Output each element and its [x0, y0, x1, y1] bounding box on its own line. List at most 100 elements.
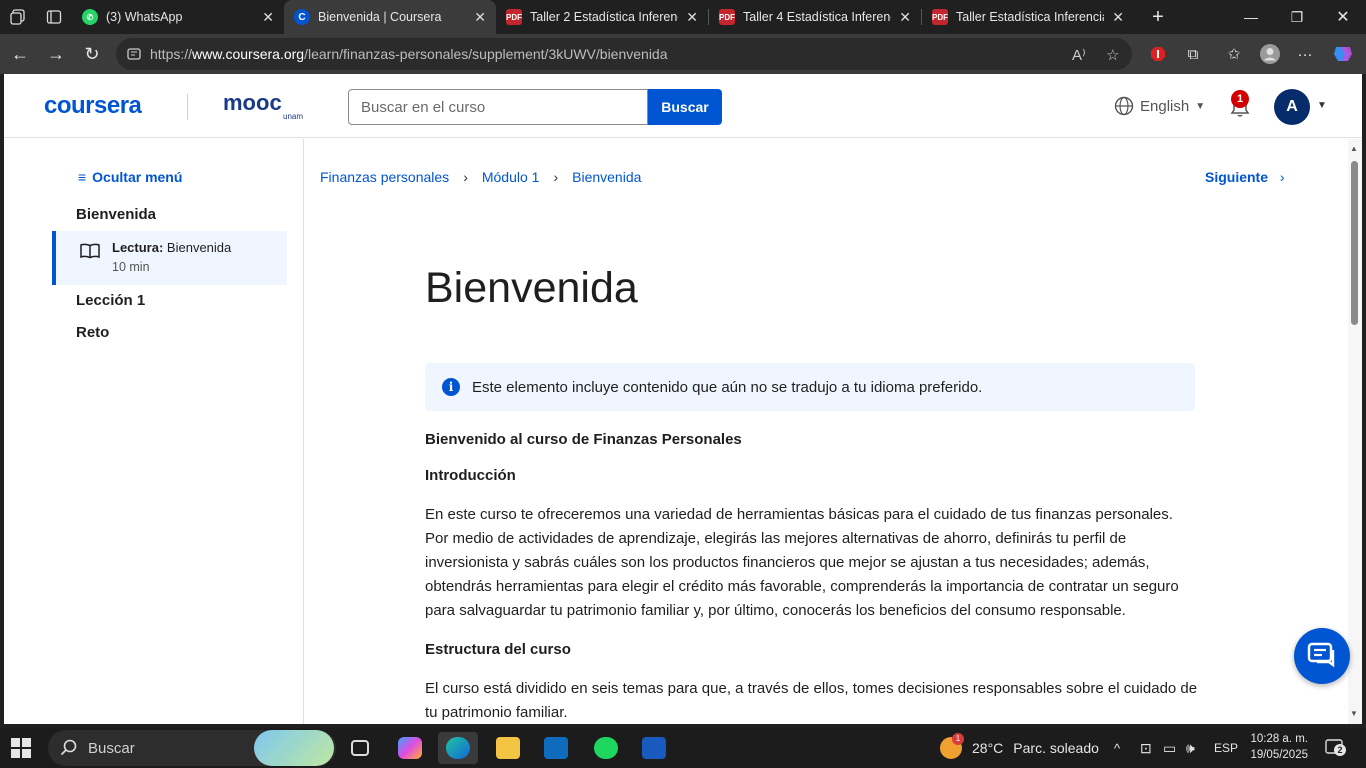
more-options-icon[interactable]: ···	[1291, 42, 1319, 66]
chevron-right-icon: ›	[463, 169, 468, 185]
course-search-input[interactable]	[348, 89, 648, 125]
content-heading: Estructura del curso	[425, 641, 571, 658]
scroll-down-icon[interactable]: ▼	[1350, 709, 1358, 718]
adblock-extension-icon[interactable]	[1144, 42, 1172, 66]
battery-icon[interactable]: ▭	[1163, 728, 1176, 768]
sidebar-item-duration: 10 min	[112, 260, 150, 274]
input-language[interactable]: ESP	[1214, 728, 1238, 768]
address-bar[interactable]: https://www.coursera.org/learn/finanzas-…	[116, 38, 1132, 70]
task-view-icon[interactable]	[340, 732, 380, 764]
content-paragraph: En este curso te ofreceremos una varieda…	[425, 506, 1179, 619]
workspaces-icon[interactable]	[0, 0, 36, 34]
translation-notice: i Este elemento incluye contenido que aú…	[425, 363, 1195, 411]
sidebar-section-reto[interactable]: Reto	[76, 324, 109, 341]
copilot-icon[interactable]	[1329, 42, 1357, 66]
browser-tabbar: ✆ (3) WhatsApp ✕ C Bienvenida | Coursera…	[0, 0, 1366, 34]
tab-pdf-taller-2[interactable]: PDF Taller 2 Estadística Inferencia ✕	[496, 0, 708, 34]
taskbar-search[interactable]: Buscar	[48, 730, 336, 766]
page-scrollbar[interactable]: ▲ ▼	[1348, 139, 1362, 724]
notifications-badge: 1	[1231, 90, 1249, 108]
pdf-icon: PDF	[932, 9, 948, 25]
notification-center-icon[interactable]: 2	[1324, 738, 1346, 758]
favorite-star-icon[interactable]: ☆	[1106, 46, 1119, 64]
system-clock[interactable]: 10:28 a. m. 19/05/2025	[1248, 731, 1308, 763]
next-label: Siguiente	[1205, 169, 1269, 185]
chevron-down-icon[interactable]: ▼	[1317, 100, 1327, 111]
item-title-label: Bienvenida	[166, 240, 232, 255]
close-tab-icon[interactable]: ✕	[686, 9, 698, 26]
partner-logo-text: mooc	[223, 90, 282, 115]
tab-whatsapp[interactable]: ✆ (3) WhatsApp ✕	[72, 0, 284, 34]
scrollbar-thumb[interactable]	[1351, 161, 1358, 325]
tab-title: Taller 4 Estadística Inferencia	[743, 10, 892, 24]
close-tab-icon[interactable]: ✕	[899, 9, 911, 26]
close-window-icon[interactable]: ✕	[1320, 0, 1366, 34]
chat-help-button[interactable]	[1294, 628, 1350, 684]
url-domain: www.coursera.org	[192, 46, 305, 62]
tab-title: (3) WhatsApp	[106, 10, 183, 24]
sidebar-item-lectura-bienvenida[interactable]: Lectura: Bienvenida 10 min	[52, 231, 287, 285]
outlook-taskbar-icon[interactable]	[536, 732, 576, 764]
file-explorer-taskbar-icon[interactable]	[488, 732, 528, 764]
breadcrumb-page-link[interactable]: Bienvenida	[572, 169, 641, 185]
breadcrumb-module-link[interactable]: Módulo 1	[482, 169, 540, 185]
tab-pdf-taller-4[interactable]: PDF Taller 4 Estadística Inferencia ✕	[709, 0, 921, 34]
content-heading: Bienvenido al curso de Finanzas Personal…	[425, 431, 742, 448]
word-taskbar-icon[interactable]	[634, 732, 674, 764]
favorites-icon[interactable]: ✩	[1220, 42, 1248, 66]
chevron-right-icon: ›	[1279, 169, 1285, 185]
weather-desc: Parc. soleado	[1013, 740, 1099, 756]
close-tab-icon[interactable]: ✕	[262, 9, 274, 26]
scroll-up-icon[interactable]: ▲	[1350, 144, 1358, 153]
chevron-down-icon: ▼	[1195, 100, 1206, 112]
volume-icon[interactable]: 🕪	[1186, 728, 1195, 768]
clock-time: 10:28 a. m.	[1250, 733, 1308, 745]
tab-pdf-taller[interactable]: PDF Taller Estadística Inferencial ( ✕	[922, 0, 1134, 34]
tab-coursera[interactable]: C Bienvenida | Coursera ✕	[284, 0, 496, 34]
weather-widget[interactable]: 1 28°C Parc. soleado	[940, 728, 1099, 768]
search-icon	[60, 739, 77, 756]
show-hidden-icons[interactable]: ^	[1114, 728, 1120, 768]
profile-icon[interactable]	[1256, 42, 1284, 66]
forward-icon[interactable]: →	[38, 36, 74, 72]
read-aloud-icon[interactable]: A⁾	[1072, 46, 1086, 64]
next-button[interactable]: Siguiente ›	[1205, 169, 1285, 185]
close-tab-icon[interactable]: ✕	[474, 9, 486, 26]
spotify-taskbar-icon[interactable]	[586, 732, 626, 764]
breadcrumb-course-link[interactable]: Finanzas personales	[320, 169, 449, 185]
hide-menu-button[interactable]: ≡ Ocultar menú	[78, 169, 182, 185]
language-selector[interactable]: English ▼	[1114, 96, 1205, 116]
reading-content: Bienvenido al curso de Finanzas Personal…	[425, 429, 1200, 724]
clock-date: 19/05/2025	[1250, 749, 1308, 761]
partner-logo-subtext: unam	[283, 112, 304, 121]
weather-temp: 28°C	[972, 740, 1004, 756]
sidebar-section-bienvenida[interactable]: Bienvenida	[76, 206, 156, 223]
edge-taskbar-icon[interactable]	[438, 732, 478, 764]
sidebar-section-leccion-1[interactable]: Lección 1	[76, 292, 145, 309]
coursera-logo[interactable]: coursera	[44, 92, 142, 120]
mooc-unam-logo[interactable]: mooc unam	[223, 90, 313, 122]
tab-actions-icon[interactable]	[36, 0, 72, 34]
back-icon[interactable]: ←	[2, 36, 38, 72]
browser-toolbar: ← → ↻ https://www.coursera.org/learn/fin…	[0, 34, 1366, 74]
site-info-icon[interactable]	[126, 46, 142, 62]
new-tab-icon[interactable]: +	[1140, 0, 1176, 34]
refresh-icon[interactable]: ↻	[74, 36, 110, 72]
restore-icon[interactable]: ❐	[1274, 0, 1320, 34]
minimize-icon[interactable]: —	[1228, 0, 1274, 34]
meet-icon[interactable]: ⊡	[1140, 728, 1152, 768]
site-header: coursera mooc unam Buscar English ▼ 1 A …	[4, 74, 1362, 138]
user-avatar[interactable]: A	[1274, 89, 1310, 125]
taskbar-search-label: Buscar	[88, 739, 135, 757]
search-button[interactable]: Buscar	[648, 89, 722, 125]
tab-title: Taller 2 Estadística Inferencia	[530, 10, 679, 24]
whatsapp-icon: ✆	[82, 9, 98, 25]
copilot-taskbar-icon[interactable]	[390, 732, 430, 764]
windows-start-icon[interactable]	[10, 737, 32, 759]
chevron-right-icon: ›	[553, 169, 559, 185]
pdf-icon: PDF	[719, 9, 735, 25]
close-tab-icon[interactable]: ✕	[1112, 9, 1124, 26]
extensions-icon[interactable]: ⧉	[1179, 42, 1207, 66]
search-highlight-image	[254, 730, 334, 766]
course-sidebar: ≡ Ocultar menú Bienvenida Lectura: Bienv…	[4, 139, 304, 724]
